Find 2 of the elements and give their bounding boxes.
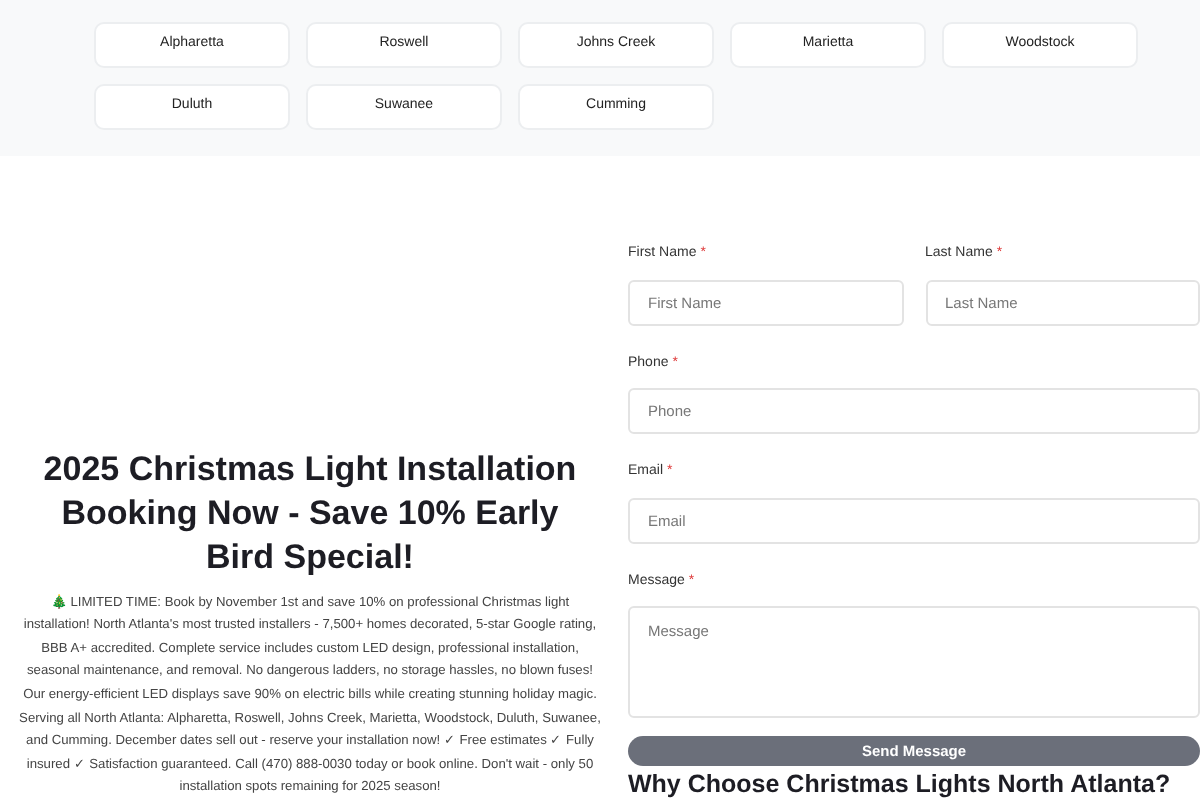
section-heading: Why Choose Christmas Lights North Atlanta? [628,768,1173,800]
hero-heading: 2025 Christmas Light Installation Booking Now - Save 10% Early Bird Special! [41,447,579,580]
